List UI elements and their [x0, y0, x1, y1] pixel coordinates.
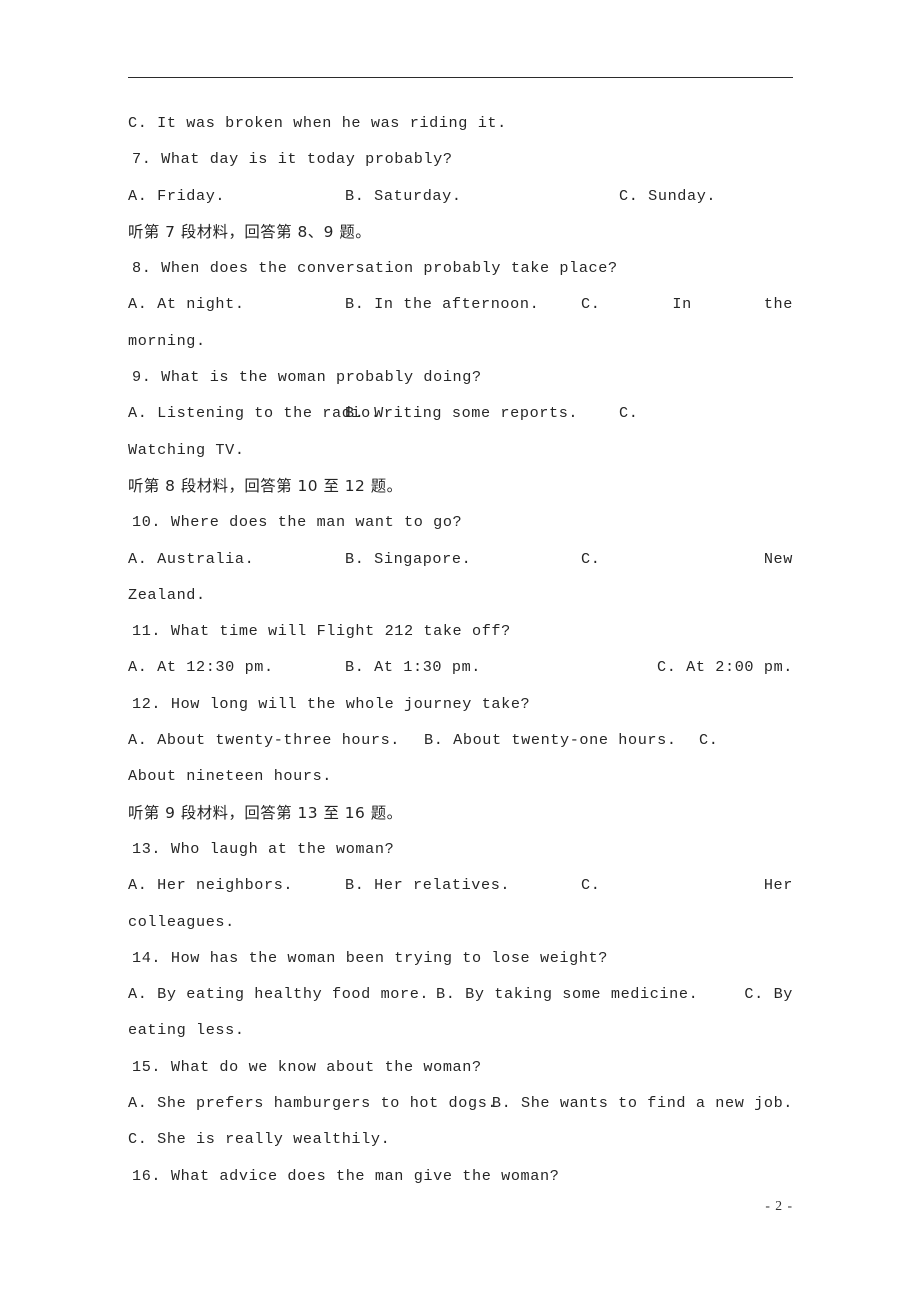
question-15: 15. What do we know about the woman?	[132, 1057, 482, 1076]
option-a: A. She prefers hamburgers to hot dogs.	[128, 1094, 498, 1113]
option-c-q6: C. It was broken when he was riding it.	[128, 114, 507, 132]
question-9: 9. What is the woman probably doing?	[132, 368, 482, 387]
option-b: B. At 1:30 pm.	[345, 658, 481, 677]
question-10: 10. Where does the man want to go?	[132, 513, 463, 532]
option-c: C.	[699, 731, 719, 750]
exam-page: C. It was broken when he was riding it. …	[0, 0, 920, 1302]
options-q12: A. About twenty-three hours. B. About tw…	[128, 722, 793, 758]
option-b: B. In the afternoon.	[345, 295, 540, 314]
option-c: C. Her	[581, 867, 793, 903]
question-8: 8. When does the conversation probably t…	[132, 259, 618, 278]
option-b: B. Her relatives.	[345, 876, 511, 895]
option-c-head: C.	[581, 876, 601, 895]
option-a: A. Australia.	[128, 549, 255, 568]
option-c: C. By	[744, 985, 793, 1004]
options-q9: A. Listening to the radio. B. Writing so…	[128, 395, 793, 431]
question-7: 7. What day is it today probably?	[132, 150, 453, 169]
option-c-q15: C. She is really wealthily.	[128, 1130, 391, 1149]
question-14: 14. How has the woman been trying to los…	[132, 948, 608, 967]
option-a: A. Listening to the radio.	[128, 404, 381, 423]
option-a: A. At 12:30 pm.	[128, 658, 274, 677]
option-c-tail: Her	[763, 876, 793, 895]
options-q7: A. Friday. B. Saturday. C. Sunday.	[128, 178, 793, 214]
question-13: 13. Who laugh at the woman?	[132, 839, 395, 858]
header-divider-rule	[128, 77, 793, 78]
option-b: B. She wants to find a new job.	[491, 1094, 793, 1113]
options-q8: A. At night. B. In the afternoon. C. In …	[128, 286, 793, 322]
option-b: B. Singapore.	[345, 549, 472, 568]
option-a: A. Friday.	[128, 186, 226, 205]
options-q10: A. Australia. B. Singapore. C. New	[128, 541, 793, 577]
option-c-tail: the	[763, 295, 793, 314]
options-q8-continuation: morning.	[128, 331, 206, 350]
option-c: C. At 2:00 pm.	[657, 658, 793, 677]
options-q13-continuation: colleagues.	[128, 912, 235, 931]
options-q9-continuation: Watching TV.	[128, 440, 245, 459]
options-q10-continuation: Zealand.	[128, 585, 206, 604]
option-c-head: C.	[581, 549, 601, 568]
question-16: 16. What advice does the man give the wo…	[132, 1166, 560, 1185]
options-q12-continuation: About nineteen hours.	[128, 767, 332, 786]
listening-instruction-7: 听第 7 段材料，回答第 8、9 题。	[128, 222, 372, 241]
option-c: C.	[619, 404, 639, 423]
options-q13: A. Her neighbors. B. Her relatives. C. H…	[128, 867, 793, 903]
option-a: A. Her neighbors.	[128, 876, 294, 895]
page-number-footer: - 2 -	[765, 1198, 793, 1213]
options-q14: A. By eating healthy food more. B. By ta…	[128, 976, 793, 1012]
question-12: 12. How long will the whole journey take…	[132, 694, 531, 713]
option-c-head: C.	[581, 295, 601, 314]
listening-instruction-8: 听第 8 段材料，回答第 10 至 12 题。	[128, 476, 403, 495]
option-a: A. By eating healthy food more.	[128, 985, 430, 1004]
option-b: B. Writing some reports.	[345, 404, 579, 423]
options-q15-ab: A. She prefers hamburgers to hot dogs. B…	[128, 1085, 793, 1121]
options-q11: A. At 12:30 pm. B. At 1:30 pm. C. At 2:0…	[128, 649, 793, 685]
option-b: B. About twenty-one hours.	[424, 731, 677, 750]
option-c-mid: In	[672, 295, 692, 314]
options-q14-continuation: eating less.	[128, 1021, 245, 1040]
option-a: A. About twenty-three hours.	[128, 731, 400, 750]
option-c: C. In the	[581, 286, 793, 322]
page-content: C. It was broken when he was riding it. …	[128, 105, 793, 1194]
option-c: C. New	[581, 541, 793, 577]
option-c-tail: New	[763, 549, 793, 568]
option-c: C. Sunday.	[619, 186, 717, 205]
listening-instruction-9: 听第 9 段材料，回答第 13 至 16 题。	[128, 803, 403, 822]
question-11: 11. What time will Flight 212 take off?	[132, 622, 511, 641]
option-a: A. At night.	[128, 295, 245, 314]
option-b: B. Saturday.	[345, 186, 462, 205]
option-b: B. By taking some medicine.	[436, 985, 699, 1004]
